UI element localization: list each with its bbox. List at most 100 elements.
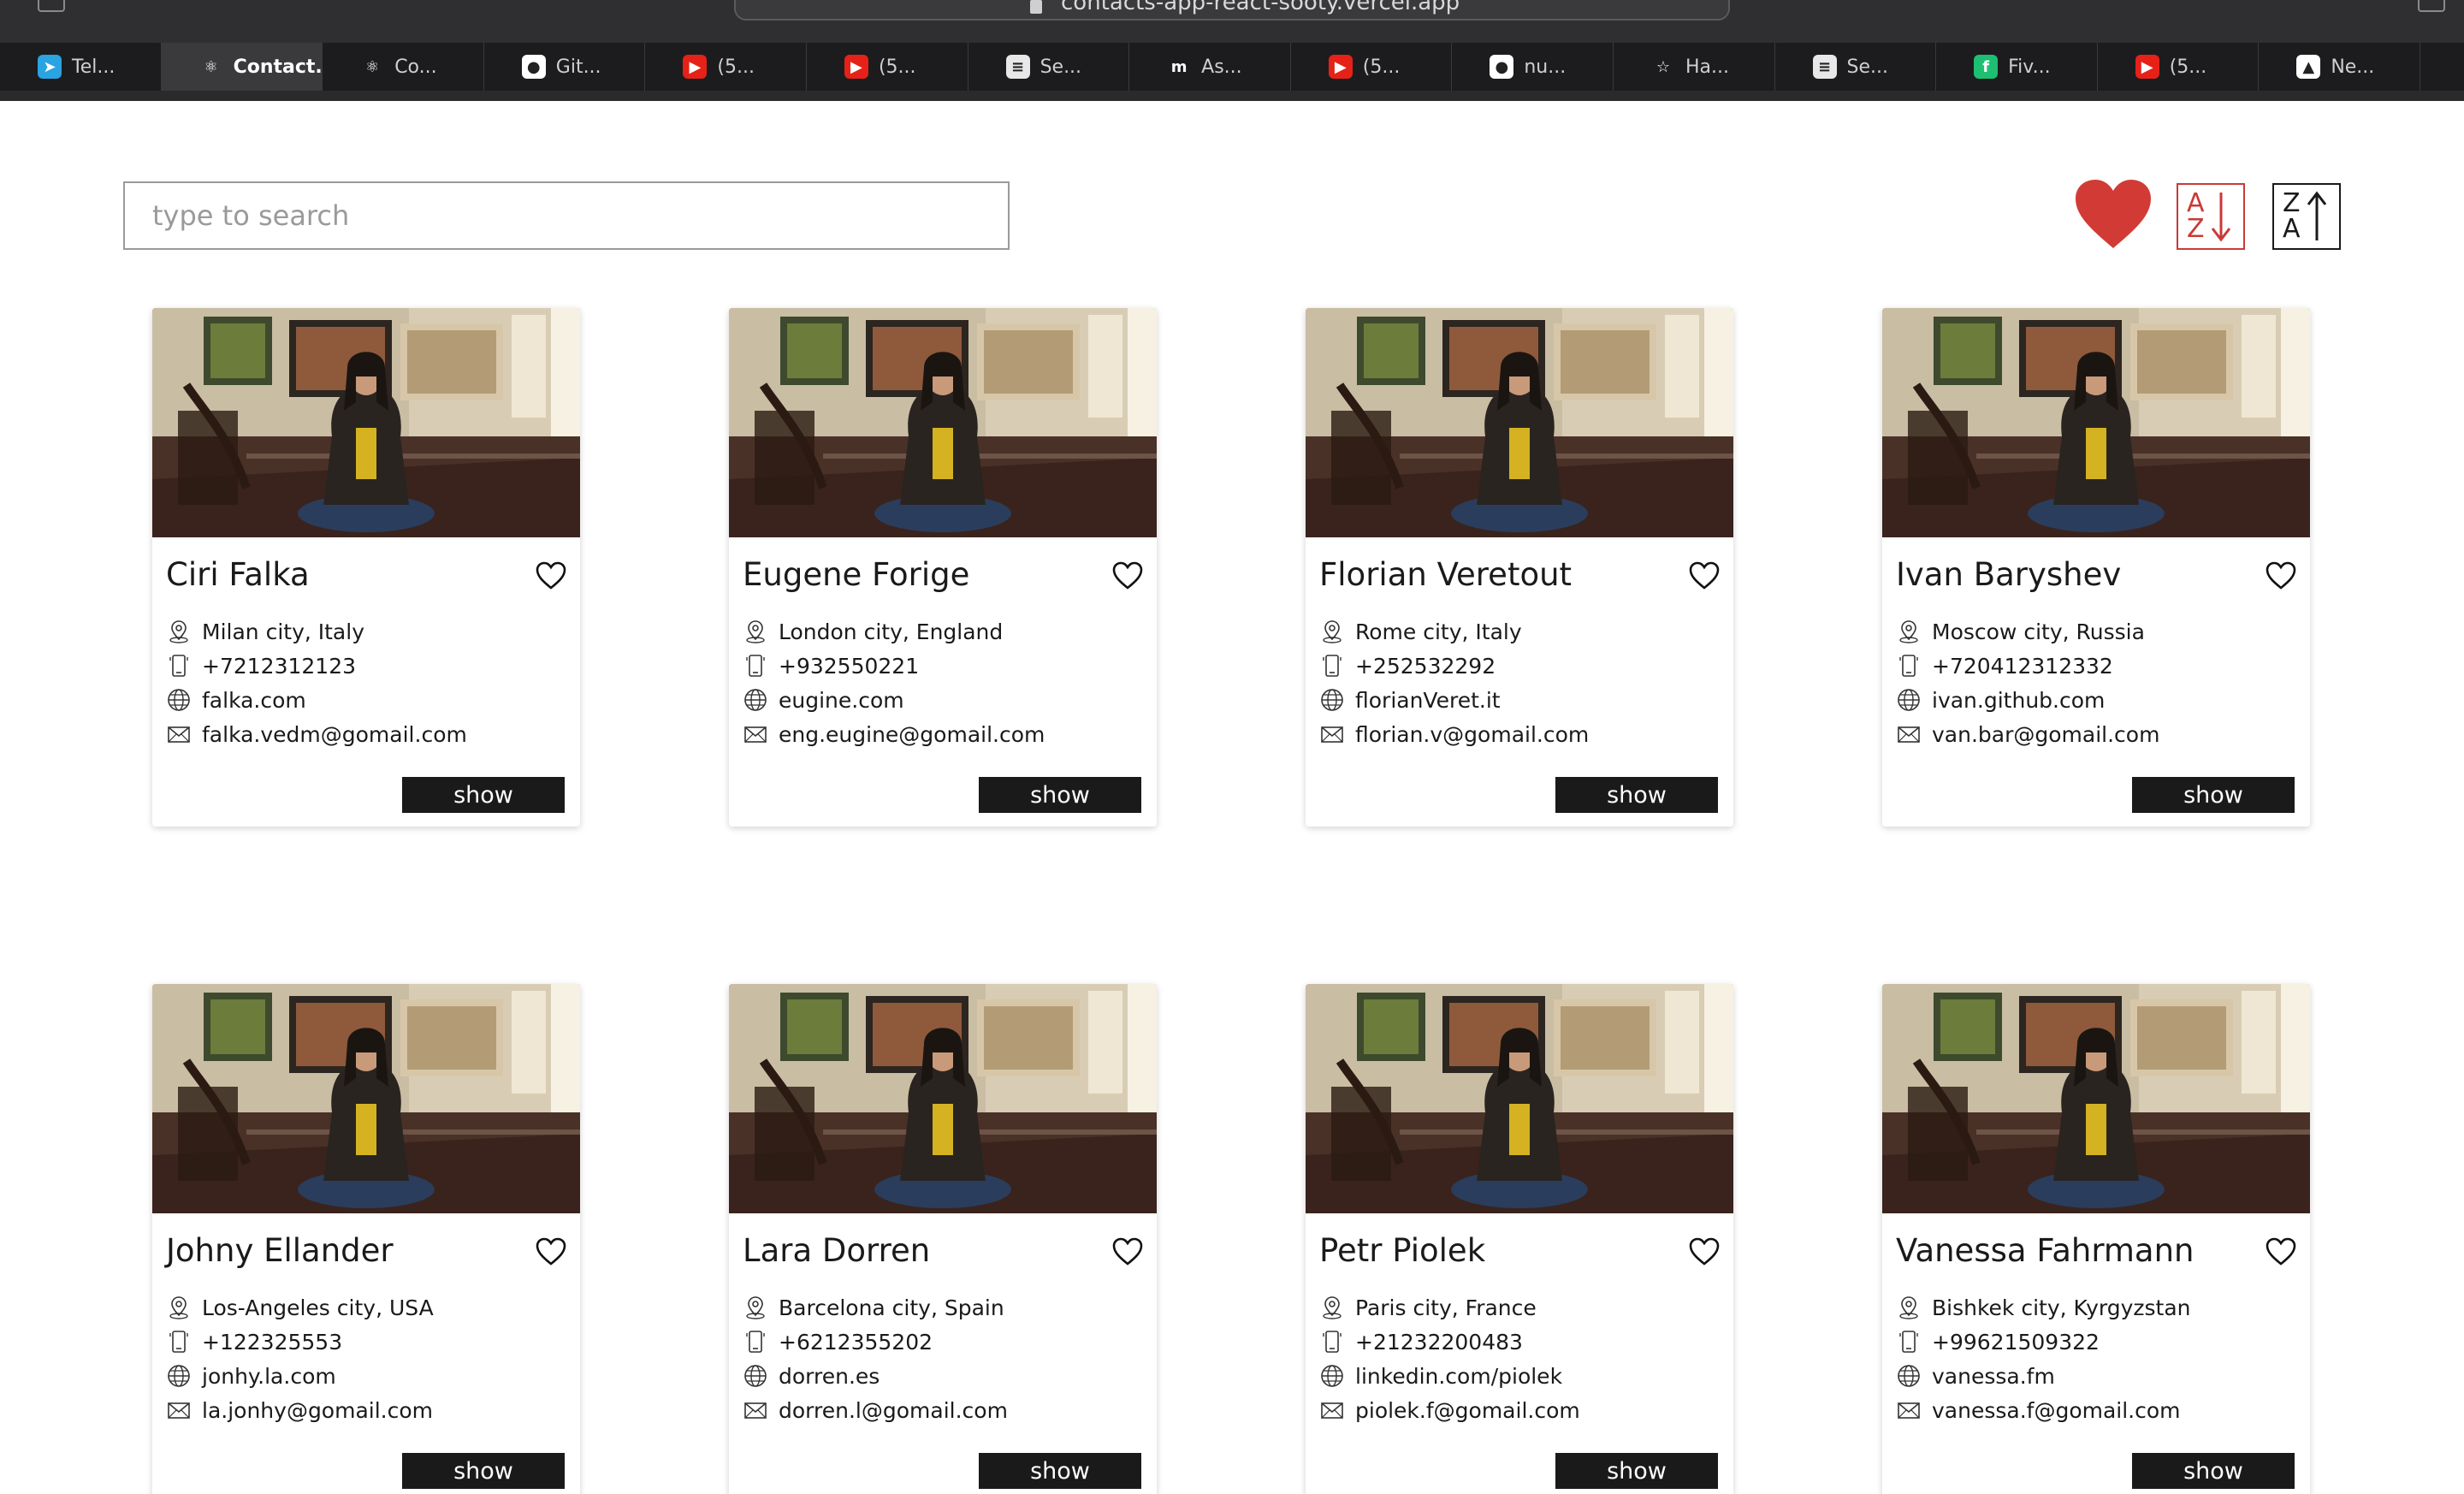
- heart-outline-icon: [2266, 561, 2296, 590]
- contact-info: Los-Angeles city, USA +122325553 jonhy.la.…: [166, 1290, 434, 1427]
- browser-tab[interactable]: ● nu...: [1452, 43, 1614, 91]
- favorite-toggle[interactable]: [2266, 1237, 2296, 1266]
- tab-label: (5...: [2169, 56, 2207, 78]
- show-button[interactable]: show: [402, 1453, 565, 1489]
- mail-icon: [168, 1402, 190, 1419]
- favorite-toggle[interactable]: [536, 561, 566, 590]
- browser-separator: [0, 91, 2464, 101]
- sidebar-toggle-icon[interactable]: [38, 0, 65, 12]
- browser-tab[interactable]: ➤ Tel...: [0, 43, 162, 91]
- contact-city-row: Rome city, Italy: [1319, 614, 1589, 649]
- contact-website: ivan.github.com: [1932, 687, 2106, 713]
- contact-city-row: London city, England: [743, 614, 1045, 649]
- contact-website-row: linkedin.com/piolek: [1319, 1359, 1580, 1393]
- contact-photo-frame: [1882, 984, 2310, 1213]
- location-pin-icon: [1323, 1296, 1342, 1319]
- browser-titlebar: contacts-app-react-sooty.vercel.app: [0, 0, 2464, 43]
- contact-name: Lara Dorren: [743, 1232, 931, 1269]
- contact-website: linkedin.com/piolek: [1355, 1363, 1563, 1389]
- contact-email: la.jonhy@gomail.com: [202, 1397, 434, 1423]
- contact-email: van.bar@gomail.com: [1932, 721, 2160, 747]
- contact-website-row: vanessa.fm: [1896, 1359, 2191, 1393]
- favorite-toggle[interactable]: [1689, 1237, 1720, 1266]
- browser-tab[interactable]: ▶ (5...: [1291, 43, 1453, 91]
- contact-photo: [729, 308, 1157, 537]
- tab-label: Co...: [394, 56, 437, 78]
- tab-label: Se...: [1846, 56, 1889, 78]
- contact-name: Eugene Forige: [743, 556, 970, 593]
- contact-phone-row: +122325553: [166, 1325, 434, 1359]
- contact-photo-frame: [1882, 308, 2310, 537]
- browser-tab[interactable]: f Fiv...: [1936, 43, 2098, 91]
- heart-outline-icon: [536, 561, 566, 590]
- favorite-toggle[interactable]: [1112, 561, 1143, 590]
- browser-tab[interactable]: ≡ Se...: [1775, 43, 1937, 91]
- show-button[interactable]: show: [2132, 1453, 2295, 1489]
- contact-card: Johny Ellander Los-Angeles city, USA +1223…: [152, 984, 580, 1494]
- browser-tab[interactable]: ● Git...: [484, 43, 646, 91]
- contact-email-row: vanessa.f@gomail.com: [1896, 1393, 2191, 1427]
- contact-phone-row: +21232200483: [1319, 1325, 1580, 1359]
- favorite-toggle[interactable]: [536, 1237, 566, 1266]
- favorite-toggle[interactable]: [1112, 1237, 1143, 1266]
- contact-website-row: eugine.com: [743, 683, 1045, 717]
- contact-name: Ivan Baryshev: [1896, 556, 2122, 593]
- browser-tab[interactable]: ▶ (5...: [645, 43, 807, 91]
- contact-photo-frame: [152, 308, 580, 537]
- browser-tab[interactable]: ≡ Se...: [968, 43, 1130, 91]
- sort-az-button[interactable]: A Z: [2177, 183, 2245, 250]
- sort-za-bottom-letter: A: [2283, 214, 2301, 244]
- contact-website: vanessa.fm: [1932, 1363, 2055, 1389]
- contact-photo: [1306, 984, 1733, 1213]
- tab-overview-icon[interactable]: [2418, 0, 2445, 12]
- search-input[interactable]: [123, 181, 1010, 250]
- tab-label: Ha...: [1685, 56, 1729, 78]
- contact-city: Los-Angeles city, USA: [202, 1295, 434, 1320]
- document-icon: ≡: [1812, 55, 1837, 79]
- arrow-up-icon: [2307, 191, 2326, 240]
- location-pin-icon: [169, 1296, 188, 1319]
- browser-tab[interactable]: ▶ (5...: [807, 43, 968, 91]
- contact-phone: +932550221: [779, 653, 920, 679]
- contact-city: Milan city, Italy: [202, 619, 364, 644]
- browser-tab[interactable]: ☆ Ha...: [1614, 43, 1775, 91]
- contact-phone-row: +932550221: [743, 649, 1045, 683]
- globe-icon: [1321, 1365, 1343, 1387]
- contact-photo: [152, 308, 580, 537]
- contact-photo: [1882, 984, 2310, 1213]
- contact-city: Bishkek city, Kyrgyzstan: [1932, 1295, 2191, 1320]
- favorite-toggle[interactable]: [2266, 561, 2296, 590]
- mail-icon: [1898, 1402, 1920, 1419]
- contact-email: dorren.l@gomail.com: [779, 1397, 1008, 1423]
- show-button[interactable]: show: [402, 777, 565, 813]
- browser-tab[interactable]: ▲ Ne...: [2259, 43, 2420, 91]
- contact-photo-frame: [152, 984, 580, 1213]
- sort-za-button[interactable]: Z A: [2272, 183, 2341, 250]
- contact-email-row: la.jonhy@gomail.com: [166, 1393, 434, 1427]
- location-pin-icon: [1899, 620, 1918, 643]
- show-button[interactable]: show: [1555, 1453, 1718, 1489]
- react-icon: ⚛: [360, 55, 385, 79]
- browser-tab[interactable]: ▶ (5...: [2098, 43, 2260, 91]
- tab-label: Ne...: [2331, 56, 2375, 78]
- show-button[interactable]: show: [1555, 777, 1718, 813]
- show-button[interactable]: show: [979, 1453, 1141, 1489]
- heart-outline-icon: [536, 1237, 566, 1266]
- favorite-toggle[interactable]: [1689, 561, 1720, 590]
- contact-info: Moscow city, Russia +720412312332 ivan.git…: [1896, 614, 2159, 751]
- favorites-filter-button[interactable]: [2074, 178, 2153, 252]
- contact-website-row: dorren.es: [743, 1359, 1008, 1393]
- address-bar[interactable]: contacts-app-react-sooty.vercel.app: [734, 0, 1730, 21]
- contact-photo: [729, 984, 1157, 1213]
- browser-tab[interactable]: ⚛ Co...: [323, 43, 484, 91]
- url-text: contacts-app-react-sooty.vercel.app: [1061, 0, 1460, 15]
- show-button[interactable]: show: [979, 777, 1141, 813]
- triangle-icon: ▲: [2296, 55, 2321, 79]
- browser-tab[interactable]: m As...: [1129, 43, 1291, 91]
- tab-bar: ➤ Tel... ⚛ Contact... ⚛ Co... ● Git... ▶ (5... ▶ (5…: [0, 43, 2464, 91]
- phone-icon: [1899, 655, 1918, 677]
- browser-tab[interactable]: ⚛ Contact...: [161, 43, 323, 91]
- show-button[interactable]: show: [2132, 777, 2295, 813]
- contact-email-row: van.bar@gomail.com: [1896, 717, 2159, 751]
- contact-email-row: florian.v@gomail.com: [1319, 717, 1589, 751]
